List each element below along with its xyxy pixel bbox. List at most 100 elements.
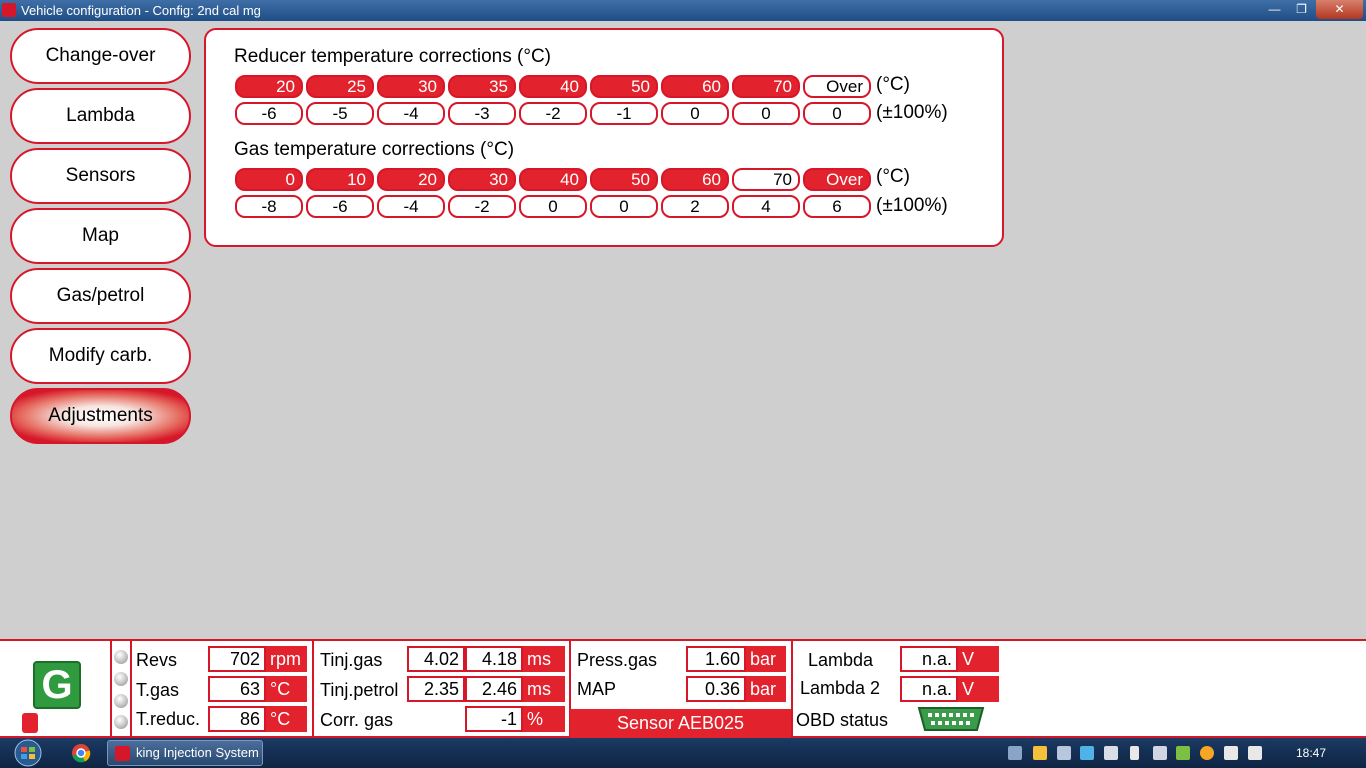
lambda-unit: V: [958, 646, 999, 672]
correction-input[interactable]: 0: [519, 195, 587, 218]
revs-label: Revs: [136, 650, 178, 670]
temperature-cell[interactable]: Over: [803, 168, 871, 191]
chrome-icon[interactable]: [71, 743, 91, 763]
revs-value: 702: [208, 646, 266, 672]
lambda2-unit: V: [958, 676, 999, 702]
nav-map-button[interactable]: Map: [10, 208, 191, 264]
divider: [312, 641, 314, 738]
temperature-cell[interactable]: 20: [377, 168, 445, 191]
network-icon[interactable]: [1224, 746, 1238, 760]
temperature-cell[interactable]: 10: [306, 168, 374, 191]
nav-gas-petrol-button[interactable]: Gas/petrol: [10, 268, 191, 324]
maximize-button[interactable]: ❐: [1289, 0, 1314, 19]
corr-gas-value: -1: [465, 706, 523, 732]
tray-icon[interactable]: [1033, 746, 1047, 760]
nav-modify-carb-button[interactable]: Modify carb.: [10, 328, 191, 384]
temperature-cell[interactable]: 30: [448, 168, 516, 191]
correction-input[interactable]: -4: [377, 195, 445, 218]
correction-input[interactable]: -2: [448, 195, 516, 218]
app-logo-icon: [2, 3, 16, 17]
tinj-petrol-value-2: 2.46: [465, 676, 523, 702]
close-button[interactable]: ✕: [1316, 0, 1363, 19]
king-app-icon: [115, 746, 130, 761]
divider: [791, 641, 793, 738]
temperature-cell[interactable]: 20: [235, 75, 303, 98]
correction-input[interactable]: -1: [590, 102, 658, 125]
temperature-cell[interactable]: 40: [519, 75, 587, 98]
correction-input[interactable]: -2: [519, 102, 587, 125]
temperature-cell[interactable]: 60: [661, 75, 729, 98]
divider: [110, 641, 112, 738]
treduc-label: T.reduc.: [136, 709, 201, 729]
indicator-light: [22, 713, 38, 733]
taskbar: king Injection System 18:47: [0, 738, 1366, 768]
correction-input[interactable]: -4: [377, 102, 445, 125]
correction-input[interactable]: -5: [306, 102, 374, 125]
tray-icon[interactable]: [1008, 746, 1022, 760]
correction-input[interactable]: 0: [732, 102, 800, 125]
correction-input[interactable]: 4: [732, 195, 800, 218]
volume-icon[interactable]: [1153, 746, 1167, 760]
gas-temp-unit: (°C): [876, 166, 910, 187]
flag-icon[interactable]: [1248, 746, 1262, 760]
tinj-gas-unit: ms: [523, 646, 565, 672]
nav-lambda-button[interactable]: Lambda: [10, 88, 191, 144]
reducer-temp-unit: (°C): [876, 74, 910, 95]
obd-connector-icon: [917, 707, 985, 731]
correction-input[interactable]: 0: [661, 102, 729, 125]
divider: [130, 641, 132, 738]
temperature-cell[interactable]: 50: [590, 168, 658, 191]
battery-icon[interactable]: [1130, 746, 1139, 760]
status-bar: G Revs 702 rpm T.gas 63 °C T.reduc. 86 °…: [0, 639, 1366, 738]
led-indicator: [114, 715, 128, 729]
correction-input[interactable]: -6: [235, 102, 303, 125]
temperature-cell[interactable]: 70: [732, 168, 800, 191]
temperature-cell[interactable]: 0: [235, 168, 303, 191]
correction-input[interactable]: 0: [590, 195, 658, 218]
minimize-button[interactable]: —: [1262, 0, 1287, 19]
gas-section-title: Gas temperature corrections (°C): [234, 139, 515, 160]
tray-icon[interactable]: [1104, 746, 1118, 760]
tinj-petrol-label: Tinj.petrol: [320, 680, 399, 700]
window-title: Vehicle configuration - Config: 2nd cal …: [21, 3, 261, 18]
nav-change-over-button[interactable]: Change-over: [10, 28, 191, 84]
revs-unit: rpm: [266, 646, 307, 672]
temperature-cell[interactable]: Over: [803, 75, 871, 98]
treduc-value: 86: [208, 706, 266, 732]
correction-input[interactable]: 6: [803, 195, 871, 218]
temperature-cell[interactable]: 25: [306, 75, 374, 98]
temperature-cell[interactable]: 70: [732, 75, 800, 98]
correction-input[interactable]: -3: [448, 102, 516, 125]
title-bar: Vehicle configuration - Config: 2nd cal …: [0, 0, 1366, 21]
press-gas-value: 1.60: [686, 646, 746, 672]
map-value: 0.36: [686, 676, 746, 702]
tinj-petrol-value-1: 2.35: [407, 676, 465, 702]
tgas-unit: °C: [266, 676, 307, 702]
taskbar-app-king-injection[interactable]: king Injection System: [107, 740, 263, 766]
nav-adjustments-button[interactable]: Adjustments: [10, 388, 191, 444]
tray-icon[interactable]: [1176, 746, 1190, 760]
map-unit: bar: [746, 676, 786, 702]
correction-input[interactable]: 0: [803, 102, 871, 125]
tinj-gas-value-2: 4.18: [465, 646, 523, 672]
temperature-cell[interactable]: 30: [377, 75, 445, 98]
press-gas-unit: bar: [746, 646, 786, 672]
lambda2-value: n.a.: [900, 676, 958, 702]
temperature-cell[interactable]: 35: [448, 75, 516, 98]
press-gas-label: Press.gas: [577, 650, 658, 670]
temperature-cell[interactable]: 60: [661, 168, 729, 191]
map-label: MAP: [577, 679, 617, 699]
tray-icon[interactable]: [1057, 746, 1071, 760]
correction-input[interactable]: 2: [661, 195, 729, 218]
correction-input[interactable]: -8: [235, 195, 303, 218]
correction-input[interactable]: -6: [306, 195, 374, 218]
lambda-value: n.a.: [900, 646, 958, 672]
tgas-label: T.gas: [136, 680, 180, 700]
start-button[interactable]: [8, 739, 48, 767]
nav-sensors-button[interactable]: Sensors: [10, 148, 191, 204]
sensor-label: Sensor AEB025: [570, 709, 791, 738]
temperature-cell[interactable]: 50: [590, 75, 658, 98]
tray-icon[interactable]: [1080, 746, 1094, 760]
temperature-cell[interactable]: 40: [519, 168, 587, 191]
tray-icon[interactable]: [1200, 746, 1214, 760]
